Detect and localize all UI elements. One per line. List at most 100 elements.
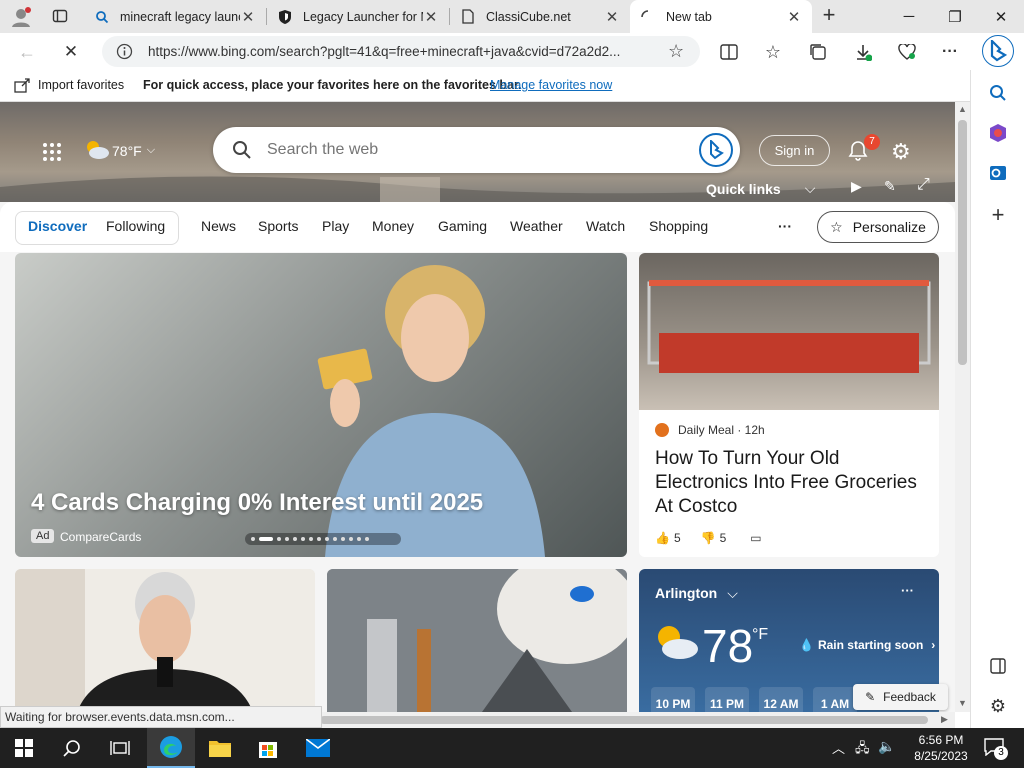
split-screen-icon[interactable]	[714, 37, 744, 67]
tab-play[interactable]: Play	[322, 218, 349, 234]
office-icon[interactable]	[987, 122, 1009, 144]
weather-widget[interactable]: 78°F ⌵	[84, 138, 155, 163]
personalize-label: Personalize	[852, 219, 926, 235]
sign-in-button[interactable]: Sign in	[759, 135, 830, 166]
hour-label: 10 PM	[651, 687, 695, 712]
browser-essentials-icon[interactable]	[892, 37, 922, 67]
rain-alert[interactable]: 💧 Rain starting soon ›	[799, 638, 935, 652]
horizontal-scroll-thumb[interactable]	[320, 716, 928, 724]
header-temperature: 78°F	[112, 142, 142, 159]
file-explorer-icon[interactable]	[196, 728, 244, 768]
profile-icon[interactable]	[10, 6, 32, 28]
favorite-star-icon[interactable]: ☆	[668, 41, 684, 62]
tab-new-tab[interactable]: New tab ✕	[630, 0, 812, 33]
close-tab-icon[interactable]: ✕	[240, 8, 256, 26]
keyboard-icon[interactable]	[880, 738, 902, 756]
ad-card[interactable]: 4 Cards Charging 0% Interest until 2025 …	[15, 253, 627, 557]
clock[interactable]: 6:56 PM 8/25/2023	[912, 732, 970, 764]
tab-following[interactable]: Following	[106, 218, 165, 234]
tab-label: ClassiCube.net	[486, 9, 571, 24]
favorites-icon[interactable]: ☆	[758, 37, 788, 67]
feed-tabs: Discover Following News Sports Play Mone…	[0, 202, 955, 252]
tab-news[interactable]: News	[201, 218, 236, 234]
store-icon[interactable]	[244, 728, 292, 768]
tab-money[interactable]: Money	[372, 218, 414, 234]
sidebar-settings-icon[interactable]: ⚙	[987, 695, 1009, 717]
tab-legacy-launcher[interactable]: Legacy Launcher for M ✕	[267, 0, 449, 33]
thumbs-down-icon[interactable]: 👎	[701, 531, 716, 545]
downloads-icon[interactable]	[848, 37, 878, 67]
loading-icon	[640, 9, 656, 25]
tab-weather[interactable]: Weather	[510, 218, 563, 234]
start-button[interactable]	[0, 728, 48, 768]
news-card[interactable]	[15, 569, 315, 712]
edit-background-icon[interactable]: ✎	[884, 178, 896, 195]
search-input[interactable]	[267, 139, 667, 161]
bing-chat-icon[interactable]	[699, 133, 733, 167]
plumbing-card[interactable]	[327, 569, 627, 712]
notification-center-icon[interactable]: 3	[984, 738, 1008, 760]
minimize-button[interactable]: ─	[886, 0, 932, 33]
more-menu-icon[interactable]: ···	[935, 37, 965, 67]
favorites-bar: Import favorites For quick access, place…	[0, 70, 970, 102]
feedback-button[interactable]: ✎ Feedback	[853, 684, 948, 710]
weather-location[interactable]: Arlington ⌵	[655, 585, 738, 602]
stop-button[interactable]: ✕	[56, 37, 86, 67]
vertical-scrollbar[interactable]: ▲ ▼	[955, 102, 970, 712]
story-card[interactable]: Daily Meal · 12h How To Turn Your Old El…	[639, 253, 939, 557]
scroll-right-arrow[interactable]: ▶	[941, 714, 948, 725]
horizontal-scrollbar[interactable]: ▶	[320, 712, 955, 728]
hide-sidebar-icon[interactable]	[987, 655, 1009, 677]
back-button[interactable]: ←	[12, 37, 42, 67]
tab-discover[interactable]: Discover	[28, 218, 87, 234]
import-favorites-button[interactable]: Import favorites	[38, 78, 124, 92]
partly-cloudy-icon	[653, 621, 699, 664]
tab-minecraft-search[interactable]: minecraft legacy launc ✕	[84, 0, 266, 33]
address-bar[interactable]: https://www.bing.com/search?pglt=41&q=fr…	[102, 36, 700, 67]
bing-copilot-icon[interactable]	[982, 35, 1014, 67]
scroll-down-arrow[interactable]: ▼	[958, 698, 967, 708]
quick-links-button[interactable]: Quick links ⌵	[706, 180, 815, 197]
close-tab-icon[interactable]: ✕	[786, 8, 802, 26]
collections-icon[interactable]	[803, 37, 833, 67]
maximize-button[interactable]: ❐	[932, 0, 978, 33]
tab-watch[interactable]: Watch	[586, 218, 625, 234]
close-tab-icon[interactable]: ✕	[423, 8, 439, 26]
tab-label: Legacy Launcher for M	[303, 9, 423, 24]
network-icon[interactable]: 🖧	[855, 739, 870, 761]
search-box[interactable]	[213, 127, 740, 173]
tab-classicube[interactable]: ClassiCube.net ✕	[450, 0, 630, 33]
taskbar-search-icon[interactable]	[48, 728, 96, 768]
apps-launcher-icon[interactable]	[42, 142, 62, 162]
search-icon[interactable]	[987, 82, 1009, 104]
weather-more-icon[interactable]: ···	[901, 583, 914, 598]
clock-date: 8/25/2023	[914, 749, 968, 763]
more-tabs-button[interactable]: ···	[778, 218, 792, 234]
task-view-icon[interactable]	[96, 728, 144, 768]
personalize-button[interactable]: ☆ Personalize	[817, 211, 939, 243]
play-icon[interactable]: ▶	[851, 178, 862, 195]
scroll-up-arrow[interactable]: ▲	[958, 104, 967, 114]
close-tab-icon[interactable]: ✕	[604, 8, 620, 26]
info-icon[interactable]	[116, 43, 133, 60]
new-tab-button[interactable]: +	[818, 4, 840, 27]
settings-gear-icon[interactable]: ⚙	[891, 139, 911, 165]
carousel-dots[interactable]	[245, 533, 401, 545]
outlook-icon[interactable]	[987, 162, 1009, 184]
close-window-button[interactable]: ✕	[978, 0, 1024, 33]
tab-sports[interactable]: Sports	[258, 218, 298, 234]
notifications-button[interactable]: 7	[848, 134, 880, 162]
tab-gaming[interactable]: Gaming	[438, 218, 487, 234]
scroll-thumb[interactable]	[958, 120, 967, 365]
comment-icon[interactable]: ▭	[750, 531, 761, 545]
tab-actions-icon[interactable]	[52, 8, 68, 24]
thumbs-up-icon[interactable]: 👍	[655, 531, 670, 545]
edge-taskbar-icon[interactable]	[147, 728, 195, 768]
mail-icon[interactable]	[294, 728, 342, 768]
expand-icon[interactable]: ⤢	[917, 176, 930, 194]
show-hidden-icons-icon[interactable]: ︿	[832, 738, 845, 757]
search-icon	[94, 9, 110, 25]
add-sidebar-app-icon[interactable]: +	[987, 202, 1009, 227]
manage-favorites-link[interactable]: Manage favorites now	[490, 78, 612, 92]
tab-shopping[interactable]: Shopping	[649, 218, 708, 234]
